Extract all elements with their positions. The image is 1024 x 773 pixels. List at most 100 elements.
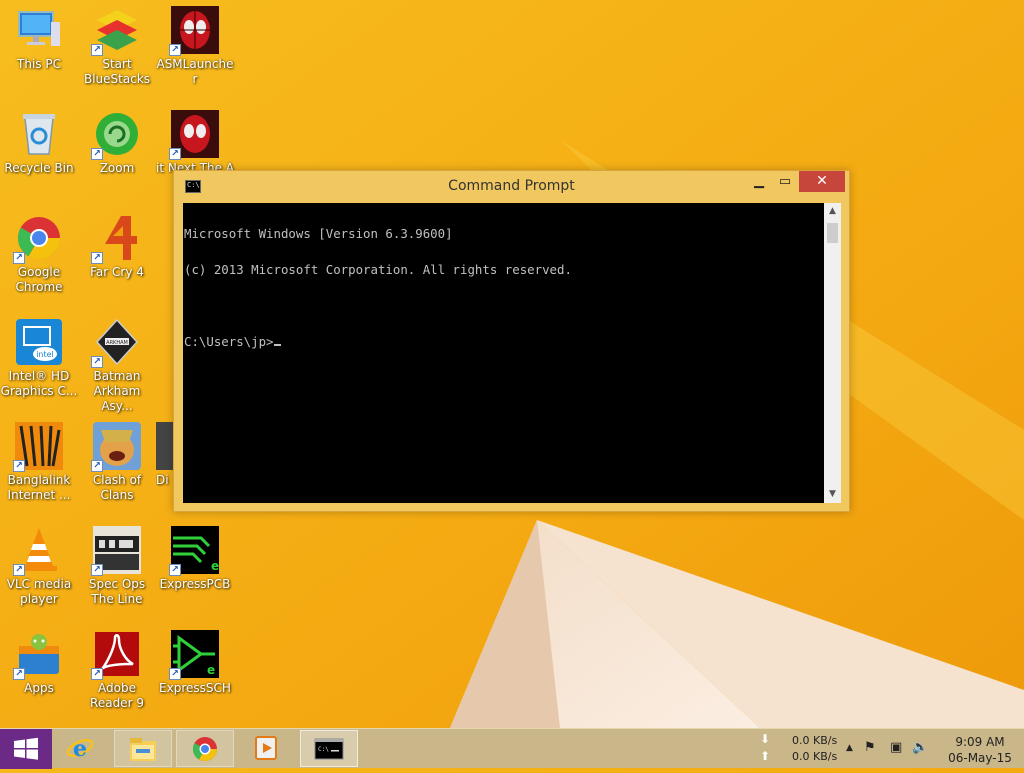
this-pc-icon: [15, 6, 63, 54]
desktop-icon-spec-ops[interactable]: ↗ Spec Ops The Line: [78, 526, 156, 626]
shortcut-arrow-icon: ↗: [13, 668, 25, 680]
window-titlebar[interactable]: C:\ Command Prompt ▁ ▭ ✕: [174, 171, 849, 203]
desktop-icon-label: This PC: [17, 57, 61, 71]
shortcut-arrow-icon: ↗: [169, 564, 181, 576]
network-icon[interactable]: ▣: [890, 741, 902, 755]
spec-ops-icon: ↗: [91, 526, 141, 576]
chrome-icon: ↗: [13, 214, 63, 264]
batman-arkham-icon: ARKHAM ↗: [91, 318, 141, 368]
svg-text:intel: intel: [36, 350, 54, 359]
adobe-reader-icon: ↗: [91, 630, 141, 680]
download-arrow-icon: ⬇: [759, 732, 771, 746]
scrollbar-thumb[interactable]: [827, 223, 838, 243]
desktop-icon-apps[interactable]: ↗ Apps: [0, 630, 78, 730]
taskbar: e C:\ ⬇ 0.0 KB/s ⬆ 0.0 KB/s ▲ ⚑ ▣ 🔈 9:09…: [0, 728, 1024, 769]
shortcut-arrow-icon: ↗: [91, 668, 103, 680]
recycle-bin-icon: [15, 110, 63, 158]
media-player-icon: [255, 736, 277, 760]
close-button[interactable]: ✕: [799, 171, 845, 192]
desktop-icon-expresspcb[interactable]: e ↗ ExpressPCB: [156, 526, 234, 626]
apps-icon: ↗: [13, 630, 63, 680]
taskbar-internet-explorer[interactable]: e: [52, 730, 110, 767]
start-button[interactable]: [0, 729, 52, 769]
desktop-icon-adobe-reader[interactable]: ↗ Adobe Reader 9: [78, 630, 156, 730]
console-prompt-line: C:\Users\jp>: [184, 335, 822, 348]
taskbar-file-explorer[interactable]: [114, 730, 172, 767]
svg-text:e: e: [207, 663, 215, 677]
desktop-icon-banglalink[interactable]: ↗ Banglalink Internet ...: [0, 422, 78, 522]
desktop-icon-asmlauncher[interactable]: ↗ ASMLauncher: [156, 6, 234, 106]
internet-explorer-icon: e: [66, 736, 94, 762]
desktop-icon-recycle-bin[interactable]: Recycle Bin: [0, 110, 78, 210]
clock-date: 06-May-15: [948, 751, 1012, 765]
minimize-button[interactable]: ▁: [746, 171, 772, 192]
desktop-icon-label: Apps: [24, 681, 54, 695]
desktop-icon-expresssch[interactable]: e ↗ ExpressSCH: [156, 630, 234, 730]
desktop-icon-label: Google Chrome: [15, 265, 63, 294]
upload-arrow-icon: ⬆: [759, 749, 771, 763]
desktop-icon-bluestacks[interactable]: ↗ Start BlueStacks: [78, 6, 156, 106]
shortcut-arrow-icon: ↗: [91, 252, 103, 264]
volume-icon[interactable]: 🔈: [912, 741, 928, 755]
scroll-up-arrow-icon[interactable]: ▲: [824, 203, 841, 220]
taskbar-media-player[interactable]: [238, 730, 296, 767]
console-area[interactable]: Microsoft Windows [Version 6.3.9600] (c)…: [183, 203, 841, 503]
command-prompt-icon: C:\: [314, 738, 344, 760]
scroll-down-arrow-icon[interactable]: ▼: [824, 486, 841, 503]
console-line: (c) 2013 Microsoft Corporation. All righ…: [184, 262, 572, 277]
shortcut-arrow-icon: ↗: [13, 460, 25, 472]
svg-text:C:\: C:\: [318, 746, 329, 753]
banglalink-icon: ↗: [13, 422, 63, 472]
desktop-icon-zoom[interactable]: ↗ Zoom: [78, 110, 156, 210]
desktop-icon-label: ExpressSCH: [159, 681, 231, 695]
vlc-icon: ↗: [13, 526, 63, 576]
desktop-icon-label: Zoom: [99, 161, 135, 175]
shortcut-arrow-icon: ↗: [13, 252, 25, 264]
clock[interactable]: 9:09 AM 06-May-15: [940, 734, 1020, 766]
desktop-icon-label: Recycle Bin: [4, 161, 74, 175]
shortcut-arrow-icon: ↗: [91, 44, 103, 56]
desktop-icon-batman-arkham[interactable]: ARKHAM ↗ Batman Arkham Asy...: [78, 318, 156, 418]
desktop-icon-label: VLC media player: [6, 577, 72, 606]
console-line: Microsoft Windows [Version 6.3.9600]: [184, 226, 453, 241]
shortcut-arrow-icon: ↗: [91, 564, 103, 576]
command-prompt-window[interactable]: C:\ Command Prompt ▁ ▭ ✕ Microsoft Windo…: [173, 170, 850, 512]
far-cry-4-icon: ↗: [91, 214, 141, 264]
desktop-icon-label: Clash of Clans: [92, 473, 142, 502]
clock-time: 9:09 AM: [955, 735, 1005, 749]
desktop-icon-this-pc[interactable]: This PC: [0, 6, 78, 106]
bluestacks-icon: ↗: [91, 6, 141, 56]
shortcut-arrow-icon: ↗: [169, 668, 181, 680]
shortcut-arrow-icon: ↗: [169, 148, 181, 160]
desktop-icon-far-cry-4[interactable]: ↗ Far Cry 4: [78, 214, 156, 314]
desktop-icon-vlc[interactable]: ↗ VLC media player: [0, 526, 78, 626]
taskbar-google-chrome[interactable]: [176, 730, 234, 767]
intel-graphics-icon: intel: [15, 318, 63, 366]
clash-of-clans-icon: ↗: [91, 422, 141, 472]
expresspcb-icon: e ↗: [169, 526, 219, 576]
console-text: Microsoft Windows [Version 6.3.9600] (c)…: [184, 204, 822, 372]
shortcut-arrow-icon: ↗: [91, 356, 103, 368]
show-hidden-icons-chevron-icon[interactable]: ▲: [846, 741, 853, 755]
desktop-icon-label: ExpressPCB: [159, 577, 231, 591]
action-center-flag-icon[interactable]: ⚑: [864, 741, 876, 755]
file-explorer-icon: [130, 738, 156, 761]
asmlauncher-icon: ↗: [169, 6, 219, 56]
desktop-icon-label: Adobe Reader 9: [90, 681, 144, 710]
zoom-icon: ↗: [91, 110, 141, 160]
vertical-scrollbar[interactable]: ▲ ▼: [824, 203, 841, 503]
maximize-button[interactable]: ▭: [772, 171, 798, 192]
desktop-icon-label: Intel® HD Graphics C...: [0, 369, 78, 398]
desktop-icon-label: Banglalink Internet ...: [7, 473, 71, 502]
svg-text:e: e: [211, 559, 219, 573]
taskbar-command-prompt[interactable]: C:\: [300, 730, 358, 767]
chrome-icon: [192, 737, 217, 762]
desktop-icon-intel-graphics[interactable]: intel Intel® HD Graphics C...: [0, 318, 78, 418]
shortcut-arrow-icon: ↗: [91, 460, 103, 472]
shortcut-arrow-icon: ↗: [13, 564, 25, 576]
desktop-icon-google-chrome[interactable]: ↗ Google Chrome: [0, 214, 78, 314]
desktop-icon-label: ASMLauncher: [156, 57, 234, 86]
desktop-icon-clash-of-clans[interactable]: ↗ Clash of Clans: [78, 422, 156, 522]
desktop-icon-label: Far Cry 4: [90, 265, 144, 279]
